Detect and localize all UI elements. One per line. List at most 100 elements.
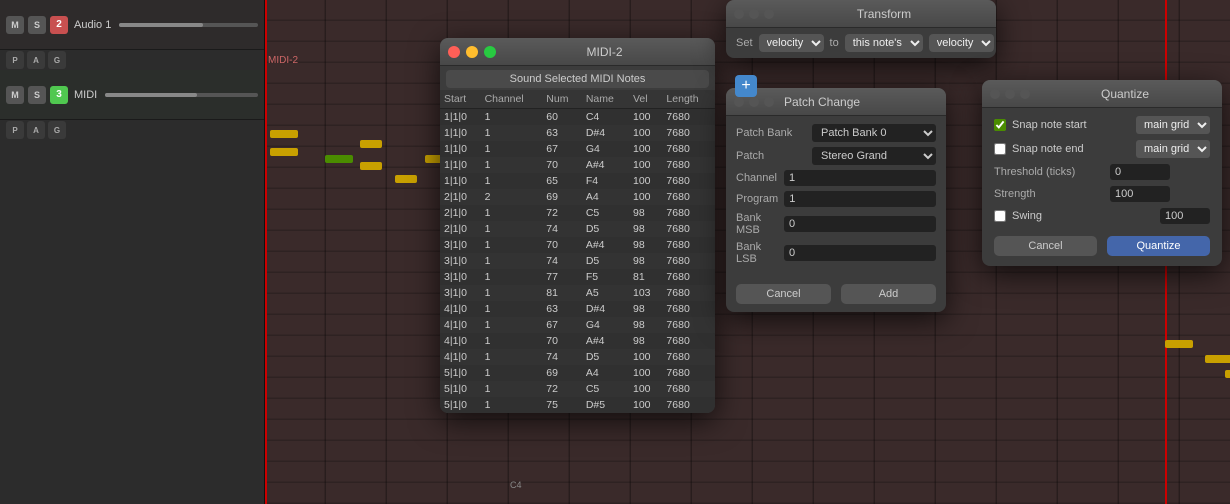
patch-bank-select[interactable]: Patch Bank 0 xyxy=(812,124,936,142)
threshold-input[interactable] xyxy=(1110,164,1170,180)
quantize-cancel-button[interactable]: Cancel xyxy=(994,236,1097,256)
volume-slider-2[interactable] xyxy=(105,93,258,97)
program-input[interactable] xyxy=(784,191,936,207)
to-label: to xyxy=(830,37,839,49)
table-row[interactable]: 4|1|0163D#4987680 xyxy=(440,301,715,317)
midi-note xyxy=(1225,370,1230,378)
strength-row: Strength xyxy=(994,186,1210,202)
mute-button-1[interactable]: M xyxy=(6,16,24,34)
patch-tl-dot-3[interactable] xyxy=(764,97,774,107)
quantize-buttons: Cancel Quantize xyxy=(994,230,1210,258)
tl-dot-1[interactable] xyxy=(734,9,744,19)
snap-start-checkbox[interactable] xyxy=(994,119,1006,131)
col-length: Length xyxy=(662,90,715,109)
minimize-button-midi[interactable] xyxy=(466,46,478,58)
this-notes-select[interactable]: this note's xyxy=(845,34,923,52)
pitch-label-c4: C4 xyxy=(510,480,1226,490)
col-start: Start xyxy=(440,90,481,109)
track-name-1: Audio 1 xyxy=(74,19,111,31)
channel-label: Channel xyxy=(736,172,778,184)
table-row[interactable]: 1|1|0163D#41007680 xyxy=(440,125,715,141)
tl-dot-2[interactable] xyxy=(749,9,759,19)
table-row[interactable]: 1|1|0165F41007680 xyxy=(440,173,715,189)
set-label: Set xyxy=(736,37,753,49)
midi-note xyxy=(360,162,382,170)
patch-label: Patch xyxy=(736,150,806,162)
threshold-row: Threshold (ticks) xyxy=(994,164,1210,180)
table-row[interactable]: 5|1|0169A41007680 xyxy=(440,365,715,381)
table-row[interactable]: 5|1|0175D#51007680 xyxy=(440,397,715,413)
table-row[interactable]: 2|1|0172C5987680 xyxy=(440,205,715,221)
quantize-tl-dot-3[interactable] xyxy=(1020,89,1030,99)
a-button-1[interactable]: A xyxy=(27,51,45,69)
channel-input[interactable] xyxy=(784,170,936,186)
patch-bank-label: Patch Bank xyxy=(736,127,806,139)
snap-start-row: Snap note start main grid xyxy=(994,116,1210,134)
quantize-apply-button[interactable]: Quantize xyxy=(1107,236,1210,256)
tl-dot-3[interactable] xyxy=(764,9,774,19)
table-row[interactable]: 5|1|0172C51007680 xyxy=(440,381,715,397)
table-row[interactable]: 4|1|0170A#4987680 xyxy=(440,333,715,349)
close-button-midi[interactable] xyxy=(448,46,460,58)
snap-end-checkbox[interactable] xyxy=(994,143,1006,155)
bank-lsb-input[interactable] xyxy=(784,245,936,261)
playhead xyxy=(265,0,267,504)
strength-input[interactable] xyxy=(1110,186,1170,202)
track-row-1: M S 2 Audio 1 xyxy=(0,0,264,50)
patch-add-button[interactable]: Add xyxy=(841,284,936,304)
p-button-1[interactable]: P xyxy=(6,51,24,69)
patch-cancel-button[interactable]: Cancel xyxy=(736,284,831,304)
table-row[interactable]: 2|1|0269A41007680 xyxy=(440,189,715,205)
quantize-panel: Quantize Snap note start main grid Snap … xyxy=(982,80,1222,266)
patch-title: Patch Change xyxy=(784,95,860,109)
swing-checkbox[interactable] xyxy=(994,210,1006,222)
table-row[interactable]: 1|1|0170A#41007680 xyxy=(440,157,715,173)
quantize-tl-dot-1[interactable] xyxy=(990,89,1000,99)
snap-end-row: Snap note end main grid xyxy=(994,140,1210,158)
patch-tl-dot-1[interactable] xyxy=(734,97,744,107)
table-row[interactable]: 4|1|0174D51007680 xyxy=(440,349,715,365)
g-button-1[interactable]: G xyxy=(48,51,66,69)
volume-slider-1[interactable] xyxy=(119,23,258,27)
threshold-label: Threshold (ticks) xyxy=(994,166,1104,178)
transform-tl-dots xyxy=(734,9,774,19)
table-row[interactable]: 1|1|0167G41007680 xyxy=(440,141,715,157)
pag-row-1: P A G xyxy=(0,50,264,70)
solo-button-2[interactable]: S xyxy=(28,86,46,104)
midi-note xyxy=(270,148,298,156)
midi-note xyxy=(1165,340,1193,348)
transform-title: Transform xyxy=(780,7,988,21)
maximize-button-midi[interactable] xyxy=(484,46,496,58)
patch-change-panel: Patch Change Patch Bank Patch Bank 0 Pat… xyxy=(726,88,946,312)
patch-row: Patch Stereo Grand xyxy=(736,147,936,165)
p-button-2[interactable]: P xyxy=(6,121,24,139)
patch-select[interactable]: Stereo Grand xyxy=(812,147,936,165)
table-row[interactable]: 3|1|0181A51037680 xyxy=(440,285,715,301)
table-row[interactable]: 3|1|0174D5987680 xyxy=(440,253,715,269)
mute-button-2[interactable]: M xyxy=(6,86,24,104)
table-row[interactable]: 2|1|0174D5987680 xyxy=(440,221,715,237)
snap-end-select[interactable]: main grid xyxy=(1136,140,1210,158)
g-button-2[interactable]: G xyxy=(48,121,66,139)
transform-titlebar: Transform xyxy=(726,0,996,28)
bank-lsb-row: Bank LSB xyxy=(736,241,936,265)
midi-note xyxy=(1205,355,1230,363)
swing-input[interactable] xyxy=(1160,208,1210,224)
col-channel: Channel xyxy=(481,90,543,109)
table-row[interactable]: 4|1|0167G4987680 xyxy=(440,317,715,333)
velocity-select-1[interactable]: velocity xyxy=(759,34,824,52)
midi-note xyxy=(325,155,353,163)
table-row[interactable]: 3|1|0170A#4987680 xyxy=(440,237,715,253)
quantize-tl-dot-2[interactable] xyxy=(1005,89,1015,99)
snap-start-select[interactable]: main grid xyxy=(1136,116,1210,134)
bank-msb-input[interactable] xyxy=(784,216,936,232)
midi-table-container[interactable]: Start Channel Num Name Vel Length 1|1|01… xyxy=(440,90,715,413)
program-row: Program xyxy=(736,191,936,207)
plus-button[interactable]: + xyxy=(735,75,757,97)
velocity-select-2[interactable]: velocity xyxy=(929,34,994,52)
table-row[interactable]: 1|1|0160C41007680 xyxy=(440,109,715,126)
table-row[interactable]: 3|1|0177F5817680 xyxy=(440,269,715,285)
patch-tl-dot-2[interactable] xyxy=(749,97,759,107)
a-button-2[interactable]: A xyxy=(27,121,45,139)
solo-button-1[interactable]: S xyxy=(28,16,46,34)
